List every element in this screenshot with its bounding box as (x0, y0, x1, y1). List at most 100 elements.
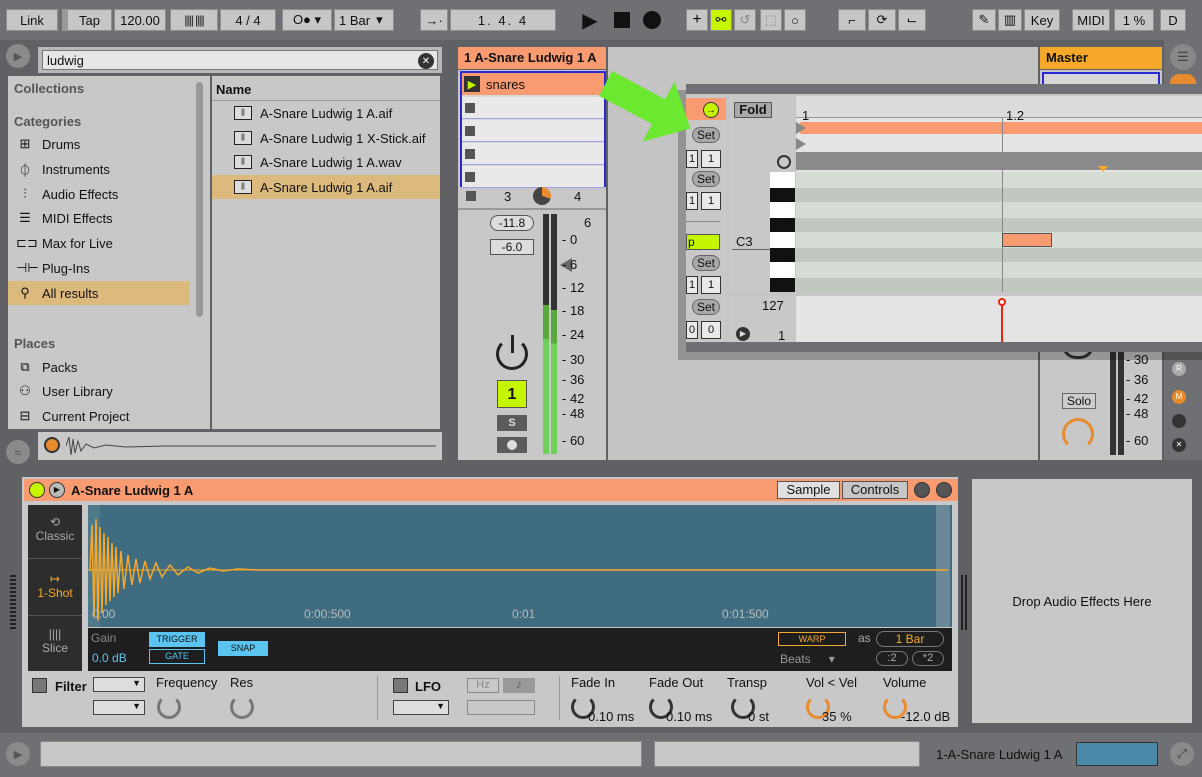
double-tempo-button[interactable]: *2 (912, 651, 944, 666)
sidebar-item-all-results[interactable]: ⚲ All results (8, 281, 190, 305)
start-field[interactable]: 1 (686, 150, 698, 168)
save-preset-icon[interactable] (936, 482, 952, 498)
clip-slot[interactable] (462, 120, 604, 142)
set-button[interactable]: Set (692, 255, 720, 271)
keyboard-icon[interactable]: ▥ (998, 9, 1022, 31)
disk-button[interactable]: D (1160, 9, 1186, 31)
lfo-rate-field[interactable] (467, 700, 535, 715)
pencil-icon[interactable]: ✎ (972, 9, 996, 31)
menu-icon[interactable]: ☰ (1170, 44, 1196, 70)
clip-slot[interactable] (462, 143, 604, 165)
preview-headphones-icon[interactable] (777, 155, 791, 169)
arm-button[interactable] (497, 437, 527, 453)
groove-pool-icon[interactable]: ≈ (6, 440, 30, 464)
automation-arm-button[interactable]: ⚯ (710, 9, 732, 31)
play-icon[interactable]: ▶ (578, 9, 602, 32)
end-field[interactable]: 1 (686, 192, 698, 210)
velocity-handle[interactable] (998, 298, 1006, 306)
sidebar-item-plug-ins[interactable]: ⊣⊢ Plug-Ins (8, 256, 198, 280)
start-marker[interactable] (796, 138, 806, 150)
mode-slice[interactable]: |||| Slice (28, 617, 82, 671)
record-o-button[interactable] (1172, 414, 1186, 428)
draw-mode-button[interactable]: ⌐ (838, 9, 866, 31)
loop-start-marker[interactable] (796, 122, 806, 134)
hz-button[interactable]: Hz (467, 678, 499, 693)
track-activator-button[interactable]: 1 (497, 380, 527, 408)
overdub-button[interactable]: + (686, 9, 708, 31)
punch-button[interactable]: ⌙ (898, 9, 926, 31)
velocity-toggle-icon[interactable]: ▶ (736, 327, 750, 341)
metronome-button[interactable]: O● ▾ (282, 9, 332, 31)
end-field[interactable]: 1 (701, 192, 721, 210)
snap-button[interactable]: SNAP (218, 641, 268, 656)
warp-button[interactable]: WARP (778, 632, 846, 646)
filter-slope-select[interactable]: ▼ (93, 700, 145, 715)
set-button[interactable]: Set (692, 171, 720, 187)
stop-icon[interactable] (610, 9, 634, 31)
clip-slot[interactable] (462, 166, 604, 188)
loop-start-field[interactable]: 1 (701, 276, 721, 294)
audio-effects-drop-zone[interactable]: Drop Audio Effects Here (972, 479, 1192, 723)
list-item[interactable]: ⫼ A-Snare Ludwig 1 X-Stick.aif (212, 126, 440, 150)
record-m-button[interactable]: M (1172, 390, 1186, 404)
record-icon[interactable] (640, 9, 664, 31)
note-sync-button[interactable]: ♪ (503, 678, 535, 693)
key-map-button[interactable]: Key (1024, 9, 1060, 31)
sidebar-item-packs[interactable]: ⧉ Packs (8, 355, 198, 379)
start-field[interactable]: 1 (701, 150, 721, 168)
ruler[interactable] (796, 96, 1202, 118)
launch-icon[interactable]: → (703, 102, 719, 118)
drop-zone-grip[interactable] (961, 575, 967, 630)
capture-button[interactable]: ⬚ (760, 9, 782, 31)
device-play-icon[interactable]: ▶ (49, 482, 65, 498)
warp-length-field[interactable]: 1 Bar (876, 631, 944, 647)
pan-knob[interactable] (533, 187, 551, 205)
loop-start-field[interactable]: 1 (686, 276, 698, 294)
session-record-button[interactable]: ○ (784, 9, 806, 31)
sidebar-item-instruments[interactable]: ⏀ Instruments (8, 157, 198, 181)
res-knob[interactable] (230, 695, 254, 719)
hot-swap-icon[interactable] (914, 482, 930, 498)
status-track-label[interactable]: 1-A-Snare Ludwig 1 A (936, 747, 1062, 762)
browser-toggle-icon[interactable]: ▶ (6, 44, 30, 68)
tap-button[interactable]: Tap (62, 9, 112, 31)
half-tempo-button[interactable]: :2 (876, 651, 908, 666)
filter-toggle[interactable] (32, 678, 47, 693)
loop-length-field[interactable]: 0 (686, 321, 698, 339)
close-icon[interactable]: ✕ (1172, 438, 1186, 452)
lfo-toggle[interactable] (393, 678, 408, 693)
trigger-button[interactable]: TRIGGER (149, 632, 205, 647)
set-button[interactable]: Set (692, 299, 720, 315)
clip-play-icon[interactable]: ▶ (464, 76, 480, 92)
mode-1-shot[interactable]: ↦ 1-Shot (28, 560, 82, 616)
gate-button[interactable]: GATE (149, 649, 205, 664)
restore-automation-button[interactable]: ↺ (734, 9, 756, 31)
velocity-stem[interactable] (1001, 302, 1003, 342)
sidebar-item-user-library[interactable]: ⚇ User Library (8, 379, 198, 403)
midi-map-button[interactable]: MIDI (1072, 9, 1110, 31)
clip-snares[interactable]: ▶ snares (462, 73, 604, 95)
name-column-header[interactable]: Name (216, 82, 251, 97)
fold-button[interactable]: Fold (734, 102, 772, 118)
sidebar-item-current-project[interactable]: ⊟ Current Project (8, 404, 198, 428)
detail-toggle-icon[interactable]: ▶ (6, 742, 30, 766)
loop-length-field[interactable]: 0 (701, 321, 721, 339)
status-clip-thumbnail[interactable] (1076, 742, 1158, 766)
list-item[interactable]: ⫼ A-Snare Ludwig 1 A.aif (212, 101, 440, 125)
frequency-knob[interactable] (157, 695, 181, 719)
warp-mode-select[interactable]: Beats ▾ (780, 652, 835, 666)
record-r-button[interactable]: R (1172, 362, 1186, 376)
expand-icon[interactable]: ⤢ (1170, 742, 1194, 766)
loop-toggle[interactable]: p (686, 234, 720, 250)
sidebar-item-drums[interactable]: ⊞ Drums (8, 132, 198, 156)
list-item[interactable]: ⫼ A-Snare Ludwig 1 A.wav (212, 150, 440, 174)
search-input[interactable] (42, 50, 438, 70)
stop-icon[interactable] (465, 149, 475, 159)
stop-icon[interactable] (465, 103, 475, 113)
preview-waveform[interactable] (66, 435, 436, 457)
follow-button[interactable]: →· (420, 9, 448, 31)
nudge-buttons[interactable]: |||| |||| (170, 9, 218, 31)
quantize-select[interactable]: 1 Bar ▾ (334, 9, 394, 31)
mode-classic[interactable]: ⟲ Classic (28, 505, 82, 559)
preview-headphones-icon[interactable] (44, 437, 60, 453)
